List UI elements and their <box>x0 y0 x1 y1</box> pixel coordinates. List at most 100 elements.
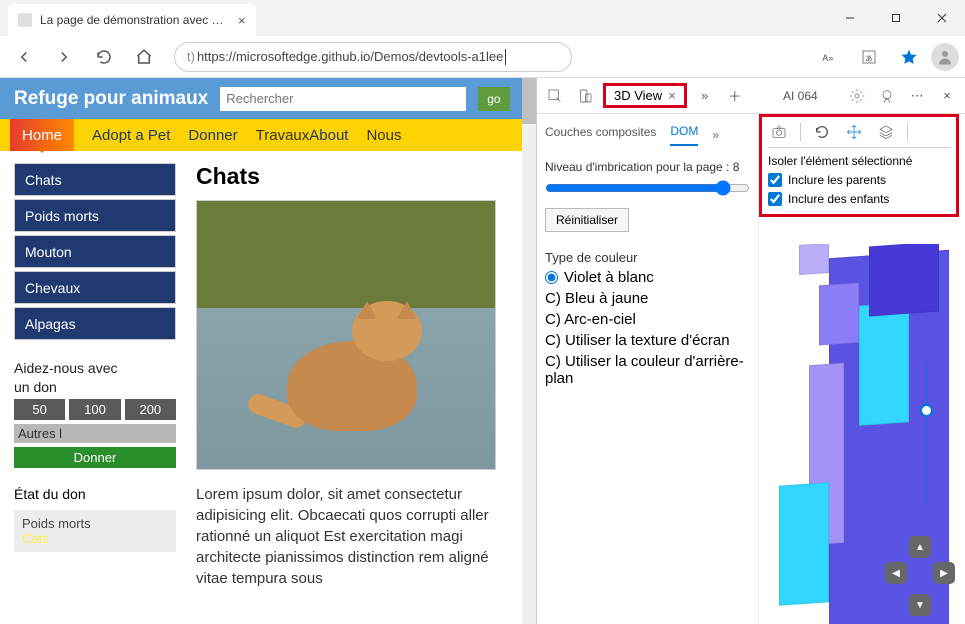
subtab-more-icon[interactable]: » <box>712 128 719 142</box>
subtab-composite[interactable]: Couches composites <box>545 125 656 145</box>
nav-up-button[interactable]: ▲ <box>909 536 931 558</box>
status-title: État du don <box>14 486 176 502</box>
donate-title-1: Aidez-nous avec <box>14 360 176 376</box>
color-type-label: Type de couleur <box>545 250 750 265</box>
page-heading: Chats <box>196 163 522 190</box>
settings-icon[interactable] <box>845 84 869 108</box>
back-button[interactable] <box>6 39 42 75</box>
search-input[interactable] <box>220 87 466 111</box>
donate-amount-row: 50 100 200 <box>14 399 176 420</box>
donate-title-2: un don <box>14 379 176 395</box>
more-icon[interactable]: ⋯ <box>905 84 929 108</box>
color-texture[interactable]: C) Utiliser la texture d'écran <box>545 332 750 349</box>
page-scrollbar[interactable] <box>522 78 536 624</box>
include-parents-checkbox[interactable]: Inclure les parents <box>768 173 950 187</box>
maximize-button[interactable] <box>873 2 919 34</box>
tab-3d-close-icon[interactable]: × <box>668 88 676 103</box>
svg-text:A»: A» <box>822 52 833 62</box>
nesting-label: Niveau d'imbrication pour la page : 8 <box>545 160 750 174</box>
read-aloud-icon[interactable]: A» <box>811 39 847 75</box>
home-button[interactable] <box>126 39 162 75</box>
sidebar-item-alpagas[interactable]: Alpagas <box>14 307 176 340</box>
color-violet[interactable]: Violet à blanc <box>545 269 750 286</box>
nav-adopt[interactable]: Adopt a Pet <box>92 127 170 144</box>
donate-100[interactable]: 100 <box>69 399 120 420</box>
sidebar-item-poids[interactable]: Poids morts <box>14 199 176 232</box>
tab-title: La page de démonstration avec accessibil… <box>40 13 230 27</box>
url-suffix: lee <box>486 49 503 64</box>
site-nav: Home Adopt a Pet Donner Travaux About No… <box>0 119 536 151</box>
snapshot-icon[interactable] <box>768 121 790 143</box>
forward-button[interactable] <box>46 39 82 75</box>
sidebar: Chats Poids morts Mouton Chevaux Alpagas… <box>14 163 176 589</box>
webpage-viewport: Refuge pour animaux go Home Adopt a Pet … <box>0 78 536 624</box>
status-row-2: Cats <box>22 531 168 546</box>
devtools-close-icon[interactable]: × <box>935 84 959 108</box>
donate-200[interactable]: 200 <box>125 399 176 420</box>
inspect-icon[interactable] <box>543 84 567 108</box>
color-bleu[interactable]: C) Bleu à jaune <box>545 290 750 307</box>
address-bar[interactable]: t) https://microsoftedge.github.io/Demos… <box>174 42 572 72</box>
nav-travaux[interactable]: Travaux <box>256 127 310 144</box>
close-button[interactable] <box>919 2 965 34</box>
subtab-dom[interactable]: DOM <box>670 124 698 146</box>
window-titlebar: La page de démonstration avec accessibil… <box>0 0 965 36</box>
site-title: Refuge pour animaux <box>14 88 208 110</box>
device-icon[interactable] <box>573 84 597 108</box>
sidebar-item-chats[interactable]: Chats <box>14 163 176 196</box>
refresh-button[interactable] <box>86 39 122 75</box>
browser-toolbar: t) https://microsoftedge.github.io/Demos… <box>0 36 965 78</box>
tab-3d-view[interactable]: 3D View × <box>603 83 687 108</box>
3d-visualization[interactable]: ▲ ▼ ◀ ▶ <box>759 244 965 624</box>
layers-icon[interactable] <box>875 121 897 143</box>
main-column: Chats Lorem ipsum dolor, sit amet consec… <box>196 163 522 589</box>
cat-photo <box>196 200 496 470</box>
caret <box>505 49 506 65</box>
include-children-checkbox[interactable]: Inclure des enfants <box>768 192 950 206</box>
nav-right-button[interactable]: ▶ <box>933 562 955 584</box>
devtools-panel: 3D View × » ＋ AI 064 ⋯ × Couches composi… <box>536 78 965 624</box>
status-box: Poids morts Cats <box>14 510 176 552</box>
zoom-slider-track[interactable] <box>926 364 927 504</box>
translate-icon[interactable]: あ <box>851 39 887 75</box>
donate-50[interactable]: 50 <box>14 399 65 420</box>
content-area: Refuge pour animaux go Home Adopt a Pet … <box>0 78 965 624</box>
nav-about[interactable]: About <box>309 127 348 144</box>
donate-button[interactable]: Donner <box>14 447 176 468</box>
color-arc[interactable]: C) Arc-en-ciel <box>545 311 750 328</box>
nav-donner[interactable]: Donner <box>188 127 237 144</box>
devtools-tabbar: 3D View × » ＋ AI 064 ⋯ × <box>537 78 965 114</box>
more-tabs-icon[interactable]: » <box>693 84 717 108</box>
search-go-button[interactable]: go <box>478 87 509 111</box>
minimize-button[interactable] <box>827 2 873 34</box>
devtools-right-pane: Isoler l'élément sélectionné Inclure les… <box>759 114 965 624</box>
pan-icon[interactable] <box>843 121 865 143</box>
status-row-1: Poids morts <box>22 516 168 531</box>
svg-text:あ: あ <box>865 53 873 62</box>
tab-3d-label: 3D View <box>614 88 662 103</box>
nav-left-button[interactable]: ◀ <box>885 562 907 584</box>
browser-tab[interactable]: La page de démonstration avec accessibil… <box>8 4 256 36</box>
url-prefix: t) <box>187 49 195 64</box>
url-text: https://microsoftedge.github.io/Demos/de… <box>197 49 486 64</box>
nesting-slider[interactable] <box>545 180 750 196</box>
zoom-slider-handle[interactable] <box>920 404 933 417</box>
favorite-star-icon[interactable] <box>891 39 927 75</box>
nav-pad: ▲ ▼ ◀ ▶ <box>885 544 955 614</box>
feedback-icon[interactable] <box>875 84 899 108</box>
reset-button[interactable]: Réinitialiser <box>545 208 629 232</box>
new-tab-icon[interactable]: ＋ <box>723 84 747 108</box>
tab-close-icon[interactable]: × <box>238 13 246 28</box>
profile-avatar[interactable] <box>931 43 959 71</box>
donate-other[interactable]: Autres l <box>14 424 176 443</box>
color-bg[interactable]: C) Utiliser la couleur d'arrière-plan <box>545 353 750 387</box>
nav-home[interactable]: Home <box>10 119 74 151</box>
issues-badge[interactable]: AI 064 <box>777 87 839 105</box>
isolate-title: Isoler l'élément sélectionné <box>768 154 950 168</box>
sidebar-item-mouton[interactable]: Mouton <box>14 235 176 268</box>
retake-icon[interactable] <box>811 121 833 143</box>
nav-down-button[interactable]: ▼ <box>909 594 931 616</box>
sidebar-item-chevaux[interactable]: Chevaux <box>14 271 176 304</box>
isolate-panel: Isoler l'élément sélectionné Inclure les… <box>759 114 959 217</box>
nav-nous[interactable]: Nous <box>366 127 401 144</box>
